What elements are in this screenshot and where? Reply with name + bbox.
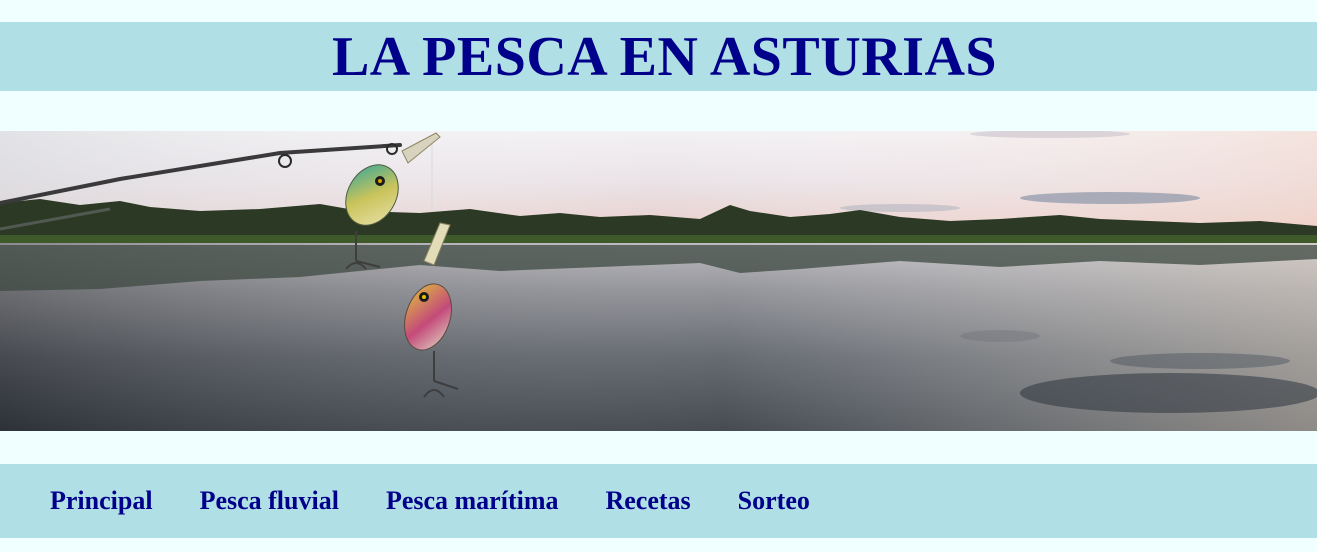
banner-image bbox=[0, 131, 1317, 431]
nav-item-sorteo[interactable]: Sorteo bbox=[738, 486, 810, 516]
nav-item-principal[interactable]: Principal bbox=[50, 486, 153, 516]
page-title: LA PESCA EN ASTURIAS bbox=[331, 25, 998, 88]
nav-list: Principal Pesca fluvial Pesca marítima R… bbox=[0, 464, 1317, 538]
main-navigation: Principal Pesca fluvial Pesca marítima R… bbox=[0, 464, 1317, 538]
nav-item-pesca-fluvial[interactable]: Pesca fluvial bbox=[200, 486, 339, 516]
nav-item-recetas[interactable]: Recetas bbox=[605, 486, 690, 516]
fishing-lake-photo bbox=[0, 131, 1317, 431]
header-bar: LA PESCA EN ASTURIAS bbox=[0, 22, 1317, 91]
nav-item-pesca-maritima[interactable]: Pesca marítima bbox=[386, 486, 559, 516]
